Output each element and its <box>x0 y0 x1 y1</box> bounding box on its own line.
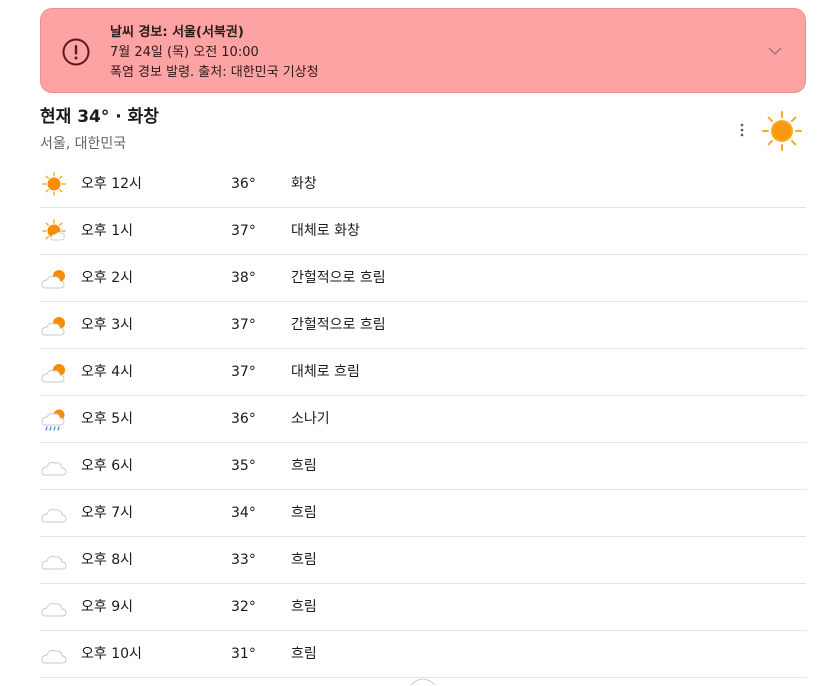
hour-label: 오후 4시 <box>81 364 133 380</box>
hour-temperature: 32° <box>231 599 256 615</box>
hour-condition: 대체로 흐림 <box>291 364 360 380</box>
hourly-row: 오후 5시 36° 소나기 <box>40 396 806 443</box>
hour-temperature: 35° <box>231 458 256 474</box>
current-weather-title: 현재 34° · 화창 <box>40 107 159 127</box>
alert-time: 7월 24일 (목) 오전 10:00 <box>110 45 259 60</box>
partly-cloudy-icon <box>40 266 68 290</box>
alert-circle-icon <box>62 38 90 66</box>
hourly-row: 오후 8시 33° 흐림 <box>40 537 806 584</box>
cloudy-icon <box>40 642 68 666</box>
expand-handle-icon[interactable] <box>410 676 436 686</box>
cloudy-icon <box>40 548 68 572</box>
hour-label: 오후 5시 <box>81 411 133 427</box>
cloudy-icon <box>40 501 68 525</box>
hour-temperature: 37° <box>231 317 256 333</box>
hour-condition: 흐림 <box>291 599 317 615</box>
hour-label: 오후 8시 <box>81 552 133 568</box>
hourly-row: 오후 2시 38° 간헐적으로 흐림 <box>40 255 806 302</box>
hour-temperature: 37° <box>231 223 256 239</box>
hour-label: 오후 3시 <box>81 317 133 333</box>
alert-text: 날씨 경보: 서울(서북권) 7월 24일 (목) 오전 10:00 폭염 경보… <box>110 23 319 83</box>
more-options-icon[interactable] <box>736 121 748 139</box>
hourly-forecast-list: 오후 12시 36° 화창오후 1시 37° 대체로 화창오후 2시 38° 간헐적으로 흐… <box>40 161 806 678</box>
hour-temperature: 36° <box>231 176 256 192</box>
hour-label: 오후 10시 <box>81 646 142 662</box>
partly-cloudy-icon <box>40 313 68 337</box>
hour-temperature: 34° <box>231 505 256 521</box>
weather-alert-banner[interactable]: 날씨 경보: 서울(서북권) 7월 24일 (목) 오전 10:00 폭염 경보… <box>40 8 806 93</box>
hour-condition: 화창 <box>291 176 317 192</box>
hour-condition: 흐림 <box>291 552 317 568</box>
hour-condition: 흐림 <box>291 458 317 474</box>
partly-cloudy-icon <box>40 360 68 384</box>
sun-icon <box>40 172 68 196</box>
hour-label: 오후 12시 <box>81 176 142 192</box>
hour-condition: 소나기 <box>291 411 330 427</box>
chevron-down-icon[interactable] <box>767 43 783 59</box>
hour-label: 오후 1시 <box>81 223 133 239</box>
showers-icon <box>40 407 68 431</box>
hourly-row: 오후 7시 34° 흐림 <box>40 490 806 537</box>
hour-label: 오후 2시 <box>81 270 133 286</box>
hourly-row: 오후 10시 31° 흐림 <box>40 631 806 678</box>
cloudy-icon <box>40 454 68 478</box>
alert-title: 날씨 경보: 서울(서북권) <box>110 25 244 40</box>
hour-temperature: 38° <box>231 270 256 286</box>
sun-icon <box>762 111 802 151</box>
hour-temperature: 36° <box>231 411 256 427</box>
current-location: 서울, 대한민국 <box>40 136 127 152</box>
hour-condition: 간헐적으로 흐림 <box>291 270 386 286</box>
hour-condition: 흐림 <box>291 646 317 662</box>
hourly-row: 오후 6시 35° 흐림 <box>40 443 806 490</box>
hour-condition: 간헐적으로 흐림 <box>291 317 386 333</box>
hourly-row: 오후 12시 36° 화창 <box>40 161 806 208</box>
hour-label: 오후 7시 <box>81 505 133 521</box>
mostly-sunny-icon <box>40 219 68 243</box>
hour-condition: 대체로 화창 <box>291 223 360 239</box>
hour-temperature: 33° <box>231 552 256 568</box>
hour-temperature: 37° <box>231 364 256 380</box>
hour-label: 오후 9시 <box>81 599 133 615</box>
hourly-row: 오후 4시 37° 대체로 흐림 <box>40 349 806 396</box>
hourly-row: 오후 1시 37° 대체로 화창 <box>40 208 806 255</box>
alert-description: 폭염 경보 발령. 출처: 대한민국 기상청 <box>110 65 319 80</box>
hourly-row: 오후 9시 32° 흐림 <box>40 584 806 631</box>
hourly-row: 오후 3시 37° 간헐적으로 흐림 <box>40 302 806 349</box>
hour-condition: 흐림 <box>291 505 317 521</box>
hour-label: 오후 6시 <box>81 458 133 474</box>
cloudy-icon <box>40 595 68 619</box>
hour-temperature: 31° <box>231 646 256 662</box>
